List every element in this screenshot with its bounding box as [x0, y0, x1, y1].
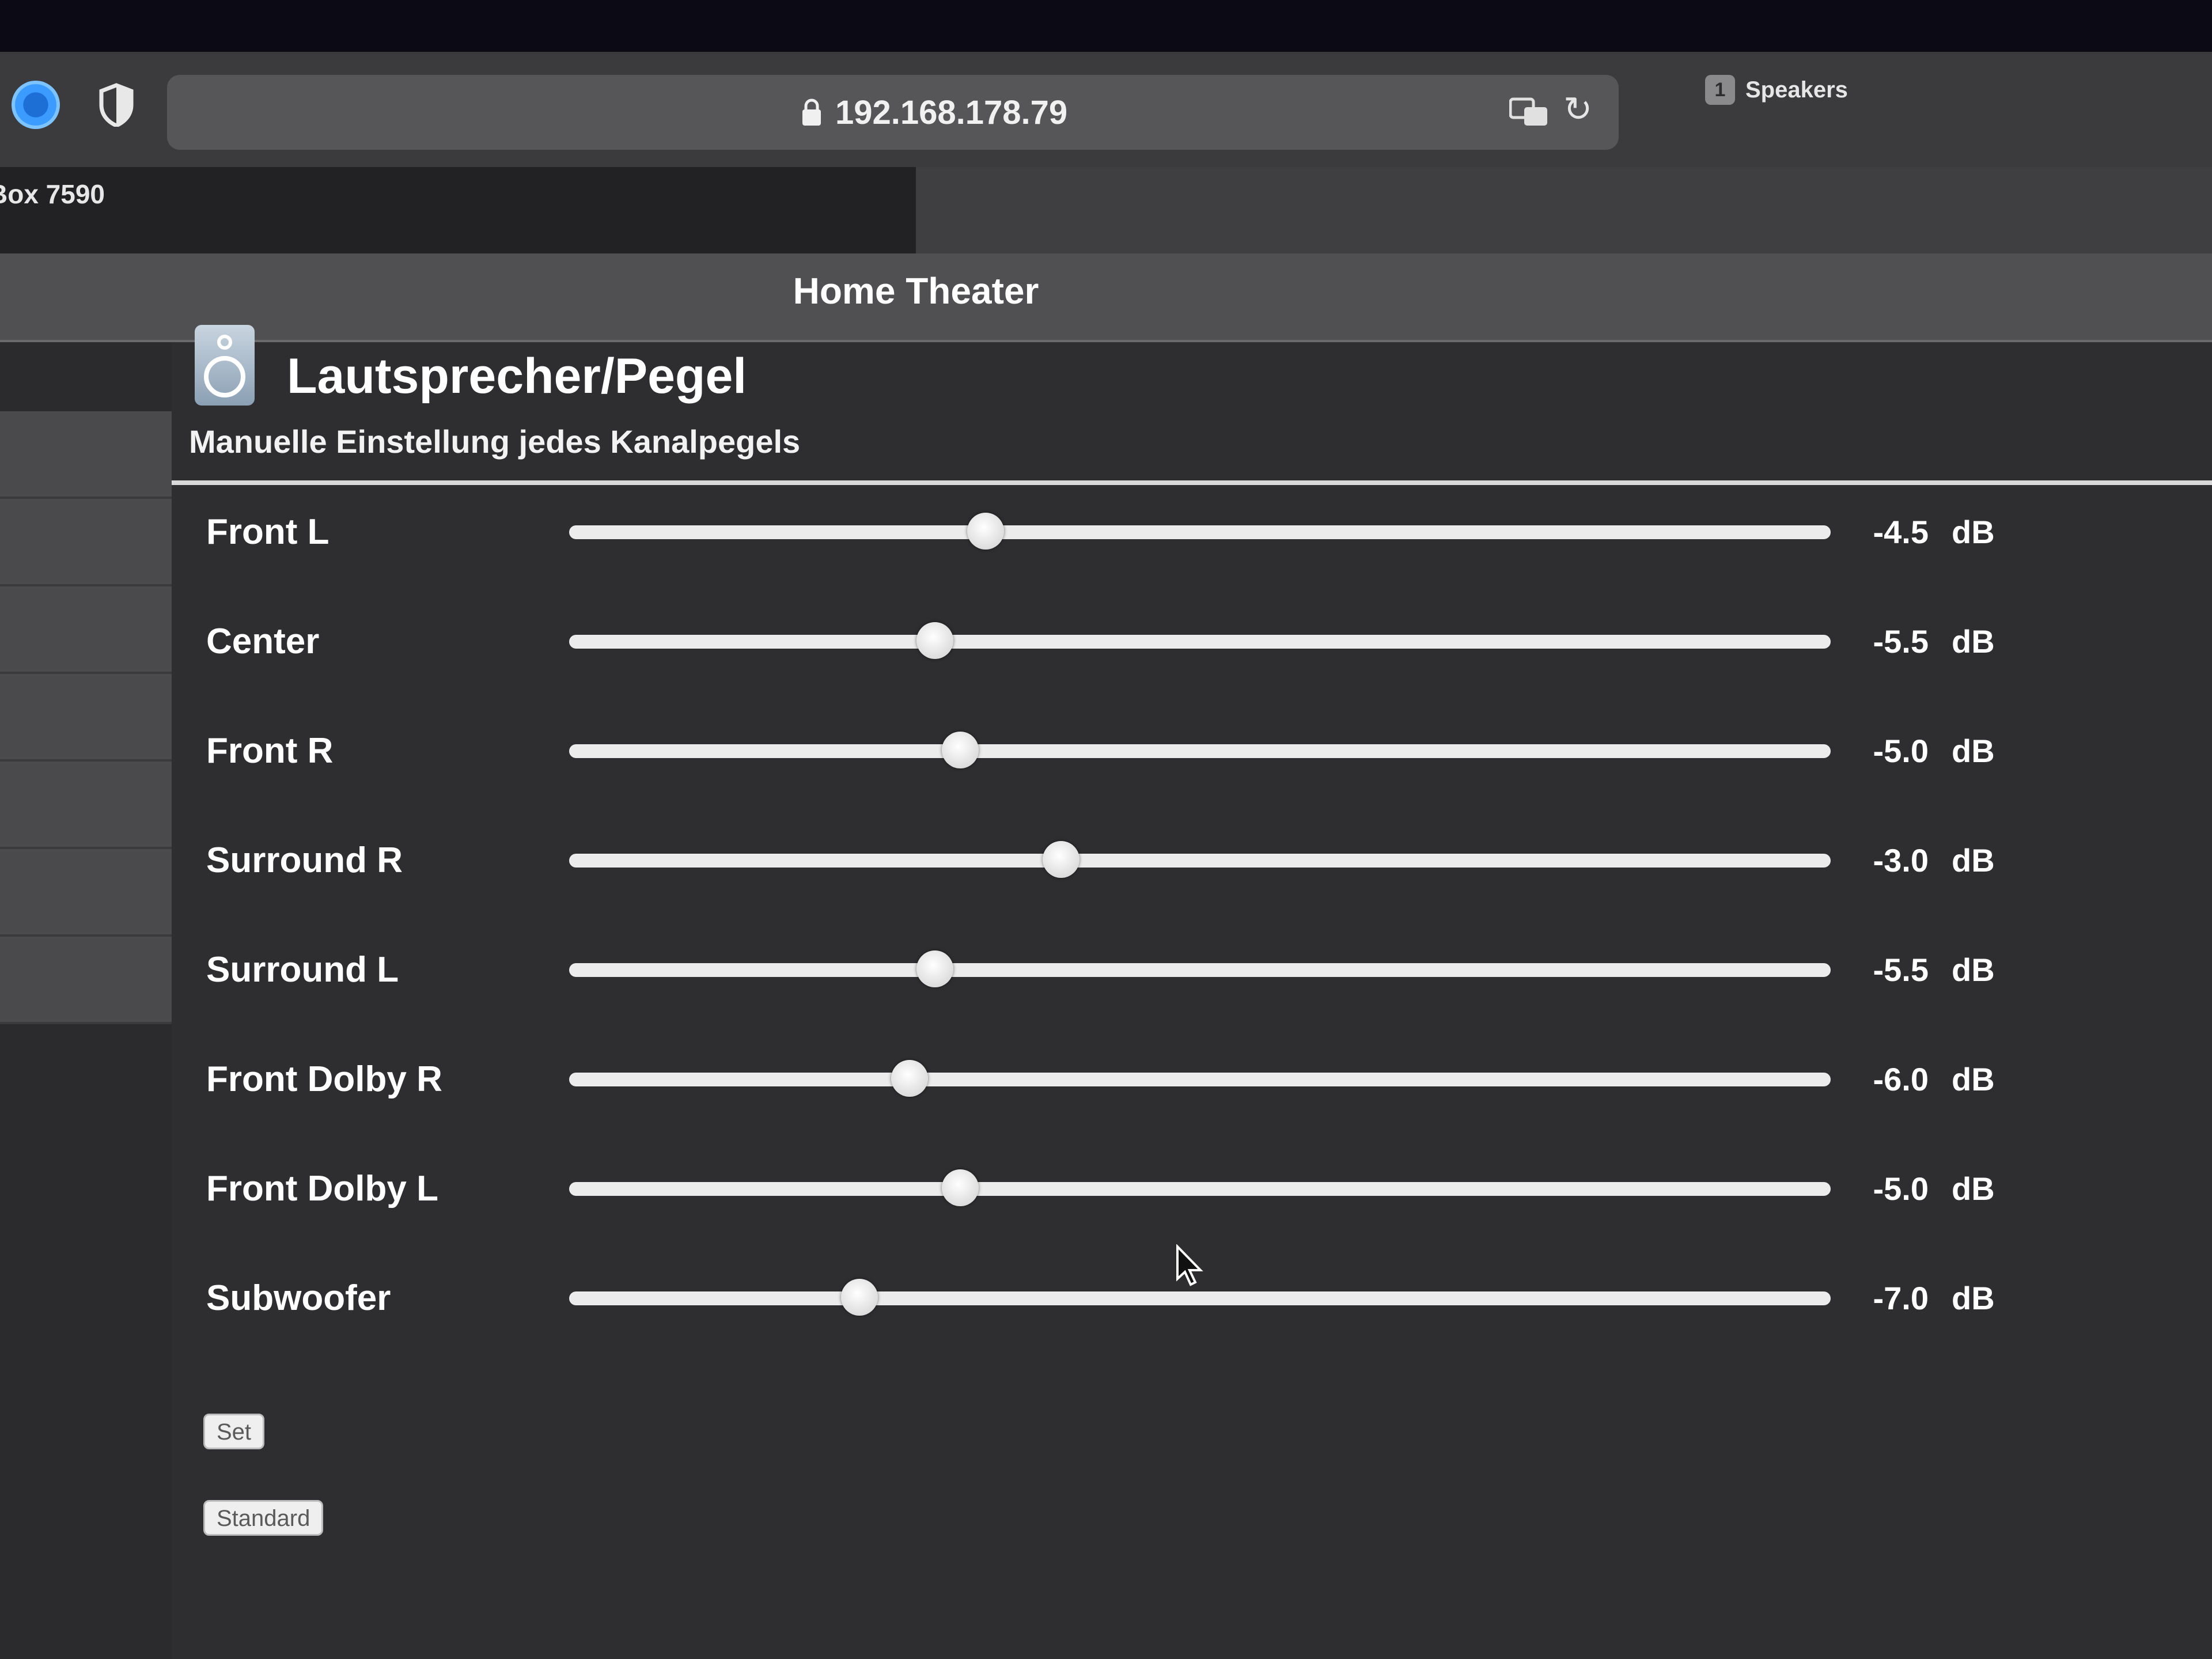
channel-value: -3.0	[1873, 842, 1929, 878]
tab-strip: Box 7590	[0, 167, 2212, 253]
tab-active[interactable]: Box 7590	[0, 167, 916, 253]
slider-thumb[interactable]	[891, 1060, 928, 1097]
channel-value: -6.0	[1873, 1061, 1929, 1097]
slider-thumb[interactable]	[916, 622, 953, 659]
standard-button[interactable]: Standard	[203, 1500, 324, 1536]
channel-value: -5.5	[1873, 952, 1929, 988]
set-button[interactable]: Set	[203, 1414, 265, 1449]
channel-row: Front Dolby R -6.0 dB	[172, 1045, 2212, 1114]
channel-value: -5.0	[1873, 1171, 1929, 1207]
section-subtitle: Manuelle Einstellung jedes Kanalpegels	[189, 423, 801, 460]
mouse-cursor-icon	[1175, 1244, 1204, 1290]
channel-row: Front R -5.0 dB	[172, 717, 2212, 786]
channel-value: -7.0	[1873, 1280, 1929, 1316]
channel-unit: dB	[1952, 1171, 1995, 1207]
slider-thumb[interactable]	[916, 950, 953, 987]
address-bar[interactable]: 192.168.178.79 ↻	[167, 75, 1619, 150]
channel-unit: dB	[1952, 1280, 1995, 1316]
divider	[172, 480, 2212, 485]
reload-icon[interactable]: ↻	[1563, 92, 1598, 127]
level-slider[interactable]	[569, 1060, 1831, 1097]
sidebar-item[interactable]	[0, 849, 172, 937]
channel-label: Front Dolby L	[206, 1169, 438, 1209]
translate-icon[interactable]	[1509, 97, 1550, 128]
channel-unit: dB	[1952, 733, 1995, 769]
tab-badge: 1	[1705, 75, 1735, 105]
slider-thumb[interactable]	[841, 1279, 878, 1316]
address-text: 192.168.178.79	[801, 75, 1067, 150]
sidebar	[0, 342, 172, 1659]
channel-unit: dB	[1952, 623, 1995, 660]
shield-icon[interactable]	[92, 81, 141, 129]
sidebar-item[interactable]	[0, 586, 172, 674]
channel-row: Front Dolby L -5.0 dB	[172, 1154, 2212, 1224]
screen: 192.168.178.79 ↻ Box 7590 1 Speakers Hom…	[0, 0, 2212, 1659]
channel-value: -5.0	[1873, 733, 1929, 769]
vpn-extension-icon[interactable]	[12, 81, 60, 129]
channel-value: -4.5	[1873, 514, 1929, 550]
sidebar-item[interactable]	[0, 937, 172, 1024]
level-slider[interactable]	[569, 732, 1831, 768]
slider-thumb[interactable]	[967, 513, 1004, 550]
tab-speakers[interactable]: 1 Speakers	[1705, 75, 1848, 105]
channel-row: Center -5.5 dB	[172, 607, 2212, 676]
level-slider[interactable]	[569, 1279, 1831, 1316]
channel-unit: dB	[1952, 842, 1995, 878]
channel-unit: dB	[1952, 952, 1995, 988]
sidebar-item[interactable]	[0, 411, 172, 499]
channel-label: Front R	[206, 731, 334, 771]
channel-label: Subwoofer	[206, 1278, 391, 1318]
sidebar-item[interactable]	[0, 674, 172, 762]
channel-row: Surround L -5.5 dB	[172, 935, 2212, 1005]
speaker-icon	[195, 325, 255, 406]
url-text: 192.168.178.79	[835, 93, 1068, 131]
page-title: Home Theater	[793, 270, 1039, 312]
level-slider[interactable]	[569, 513, 1831, 550]
tab-speakers-title: Speakers	[1745, 77, 1848, 103]
channel-label: Surround L	[206, 950, 399, 990]
sidebar-item[interactable]	[0, 762, 172, 849]
channel-label: Surround R	[206, 840, 403, 880]
channel-value: -5.5	[1873, 623, 1929, 660]
level-slider[interactable]	[569, 950, 1831, 987]
main-content: Lautsprecher/Pegel Manuelle Einstellung …	[172, 325, 2212, 1659]
lock-icon	[802, 99, 821, 126]
slider-thumb[interactable]	[942, 732, 979, 768]
channel-unit: dB	[1952, 1061, 1995, 1097]
page-header: Home Theater	[0, 253, 2212, 342]
channel-unit: dB	[1952, 514, 1995, 550]
tab-active-title: Box 7590	[0, 179, 105, 209]
level-slider[interactable]	[569, 1169, 1831, 1206]
level-slider[interactable]	[569, 622, 1831, 659]
channel-row: Front L -4.5 dB	[172, 498, 2212, 567]
channel-label: Center	[206, 622, 320, 661]
sidebar-item[interactable]	[0, 499, 172, 586]
slider-thumb[interactable]	[942, 1169, 979, 1206]
section-title: Lautsprecher/Pegel	[287, 349, 747, 404]
channel-label: Front L	[206, 512, 329, 552]
slider-thumb[interactable]	[1043, 841, 1080, 878]
channel-row: Surround R -3.0 dB	[172, 826, 2212, 895]
channel-label: Front Dolby R	[206, 1059, 442, 1099]
level-slider[interactable]	[569, 841, 1831, 878]
